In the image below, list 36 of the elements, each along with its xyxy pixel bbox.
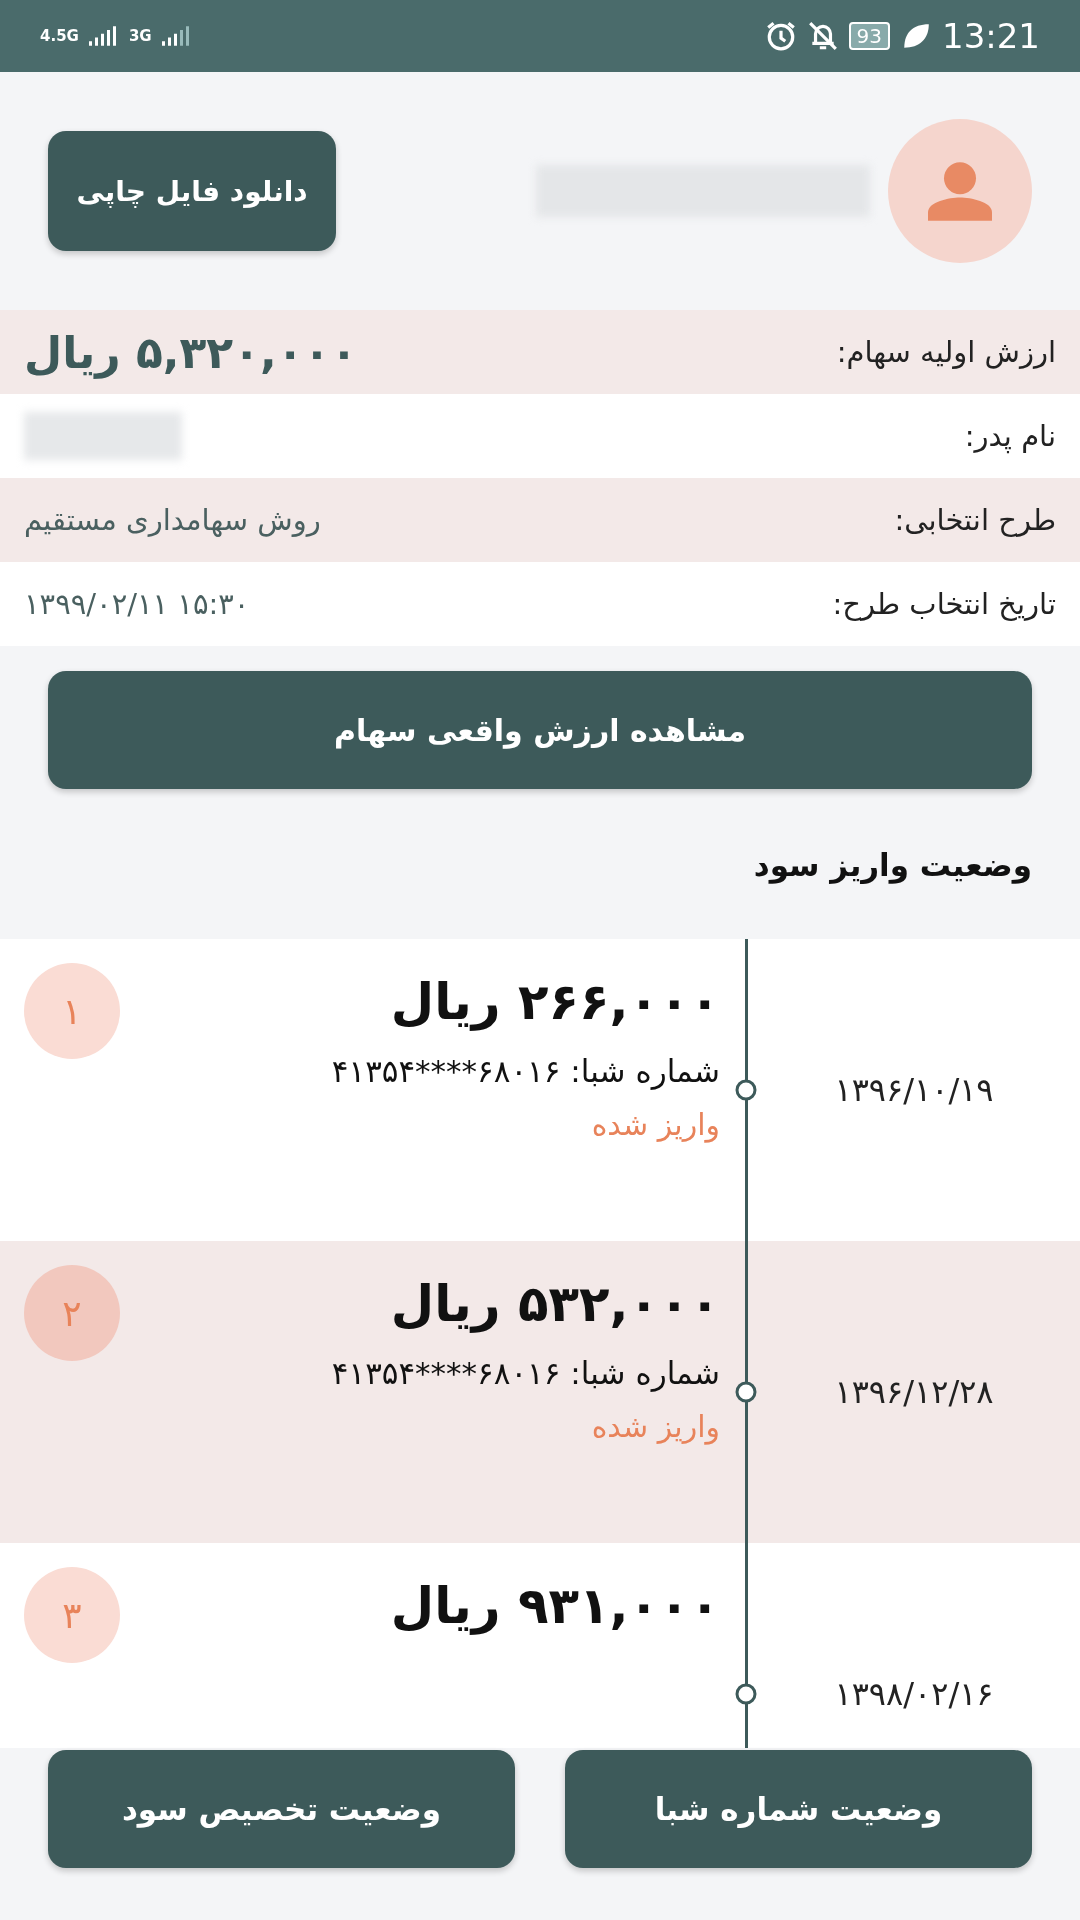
signal-icon	[88, 25, 119, 47]
field-label: نام پدر:	[964, 419, 1056, 453]
payment-number: ۲	[24, 1265, 120, 1361]
download-button[interactable]: دانلود فایل چاپی	[48, 131, 336, 251]
payment-date: ۱۳۹۶/۱۰/۱۹	[834, 1071, 994, 1109]
sheba-label: شماره شبا:	[570, 1053, 720, 1089]
payment-date: ۱۳۹۶/۱۲/۲۸	[834, 1373, 994, 1411]
payment-amount: ۵۳۲,۰۰۰ ریال	[390, 1275, 720, 1333]
payment-status: واریز شده	[591, 1107, 720, 1142]
payment-status: واریز شده	[591, 1409, 720, 1444]
payment-date: ۱۳۹۸/۰۲/۱۶	[834, 1675, 994, 1713]
payment-number: ۳	[24, 1567, 120, 1663]
bell-off-icon	[806, 20, 839, 52]
battery-level: 93	[848, 22, 890, 50]
field-value: روش سهامداری مستقیم	[24, 503, 321, 537]
field-value: ۵,۳۲۰,۰۰۰ ریال	[24, 326, 358, 378]
status-button[interactable]: وضعیت شماره شبا	[565, 1750, 1032, 1868]
signal-icon	[161, 25, 192, 47]
sheba-number: ۴۱۳۵۴****۶۸۰۱۶	[331, 1053, 561, 1089]
payment-amount: ۹۳۱,۰۰۰ ریال	[390, 1577, 720, 1635]
field-label: ارزش اولیه سهام:	[836, 335, 1056, 369]
field-value: ۱۳۹۹/۰۲/۱۱ ۱۵:۳۰	[24, 587, 250, 621]
payment-number: ۱	[24, 963, 120, 1059]
person-icon	[928, 161, 992, 221]
view-value-button[interactable]: مشاهده ارزش واقعی سهام	[48, 671, 1032, 789]
network-label: 4.5G	[40, 27, 79, 45]
network-label: 3G	[128, 27, 152, 45]
sheba-label: شماره شبا:	[570, 1355, 720, 1391]
section-title: وضعیت واریز سود	[752, 846, 1033, 886]
status-button[interactable]: وضعیت تخصیص سود	[48, 1750, 515, 1868]
sheba-number: ۴۱۳۵۴****۶۸۰۱۶	[331, 1355, 561, 1391]
alarm-icon	[764, 20, 797, 52]
payment-amount: ۲۶۶,۰۰۰ ریال	[390, 973, 720, 1031]
field-label: طرح انتخابی:	[894, 503, 1056, 537]
field-label: تاریخ انتخاب طرح:	[832, 587, 1056, 621]
clock-time: 13:21	[942, 16, 1040, 56]
